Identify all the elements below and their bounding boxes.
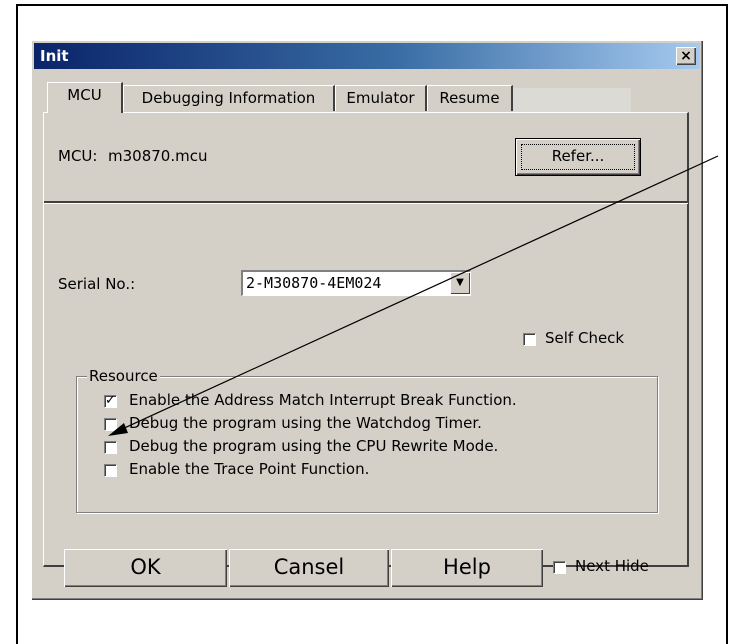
checkbox-watchdog-timer[interactable] xyxy=(104,418,117,431)
tab-debugging-information-label: Debugging Information xyxy=(141,89,316,107)
mcu-label: MCU: xyxy=(58,147,98,165)
mcu-value: m30870.mcu xyxy=(108,147,208,165)
title-bar[interactable]: Init × xyxy=(34,43,700,69)
cancel-button[interactable]: Cansel xyxy=(229,549,389,587)
tab-debugging-information[interactable]: Debugging Information xyxy=(123,85,335,111)
tab-mcu-label: MCU xyxy=(67,86,102,104)
tab-strip-filler xyxy=(513,88,631,112)
help-button-label: Help xyxy=(443,555,491,579)
separator-highlight xyxy=(44,203,688,204)
init-dialog: Init × MCU Debugging Information Emulato… xyxy=(31,40,703,600)
tab-resume[interactable]: Resume xyxy=(427,85,513,111)
tab-emulator[interactable]: Emulator xyxy=(335,85,427,111)
tab-mcu[interactable]: MCU xyxy=(47,82,123,113)
tab-resume-label: Resume xyxy=(439,89,500,107)
self-check-label: Self Check xyxy=(545,329,625,347)
resource-legend: Resource xyxy=(87,367,160,385)
option-watchdog-timer-label: Debug the program using the Watchdog Tim… xyxy=(129,414,482,432)
refer-button[interactable]: Refer... xyxy=(515,138,641,176)
dropdown-arrow-icon[interactable]: ▼ xyxy=(450,272,470,294)
serial-select-value: 2-M30870-4EM024 xyxy=(246,274,382,292)
option-cpu-rewrite-label: Debug the program using the CPU Rewrite … xyxy=(129,437,499,455)
ok-button[interactable]: OK xyxy=(64,549,227,587)
option-trace-point-label: Enable the Trace Point Function. xyxy=(129,460,370,478)
window-title: Init xyxy=(40,47,69,65)
ok-button-label: OK xyxy=(130,555,161,579)
checkbox-cpu-rewrite[interactable] xyxy=(104,441,117,454)
checkbox-trace-point[interactable] xyxy=(104,464,117,477)
serial-select[interactable]: 2-M30870-4EM024 ▼ xyxy=(241,270,471,296)
next-hide-checkbox[interactable] xyxy=(553,561,566,574)
close-button[interactable]: × xyxy=(676,47,696,65)
option-address-match-label: Enable the Address Match Interrupt Break… xyxy=(129,391,517,409)
help-button[interactable]: Help xyxy=(391,549,543,587)
focus-rect xyxy=(521,144,635,170)
self-check-checkbox[interactable] xyxy=(523,333,536,346)
serial-label: Serial No.: xyxy=(58,275,136,293)
checkbox-address-match[interactable]: ✓ xyxy=(104,393,117,408)
cancel-button-label: Cansel xyxy=(273,555,345,579)
tab-emulator-label: Emulator xyxy=(346,89,415,107)
close-icon: × xyxy=(680,48,692,64)
next-hide-label: Next Hide xyxy=(575,557,649,575)
check-icon: ✓ xyxy=(105,393,116,408)
